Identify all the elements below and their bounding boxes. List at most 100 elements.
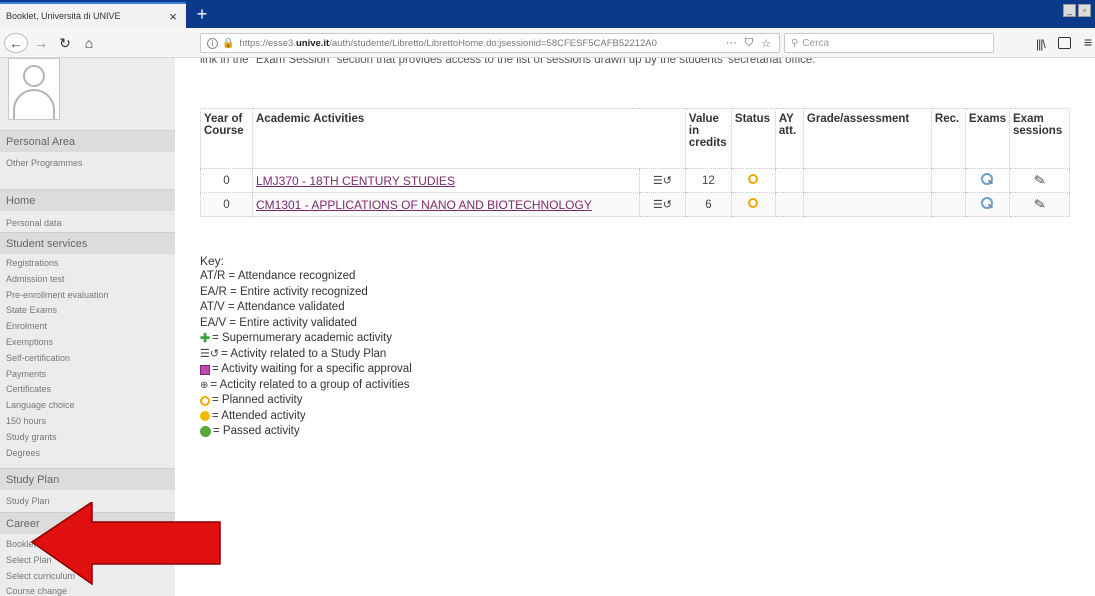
- cell-ay: [774, 192, 804, 217]
- planned-icon: [200, 395, 210, 406]
- sidebar-toggle-icon[interactable]: [1058, 37, 1071, 49]
- cell-status: [730, 192, 776, 217]
- menu-icon[interactable]: ≡: [1084, 34, 1092, 50]
- navigation-bar: ← → ↻ ⌂ i 🔒 https://esse3.unive.it/auth/…: [0, 28, 1095, 58]
- key-study-plan: ☰↺ = Activity related to a Study Plan: [200, 347, 412, 363]
- planned-status-icon: [748, 198, 759, 208]
- sidebar-item[interactable]: Degrees: [6, 446, 175, 462]
- avatar: [8, 58, 60, 120]
- cell-rec: [930, 168, 966, 193]
- col-ay: AY att.: [774, 108, 804, 169]
- sidebar-item[interactable]: 150 hours: [6, 414, 175, 430]
- tab-strip: Booklet, Università di UNIVE × + _ ▫: [0, 0, 1095, 28]
- page-actions-icon[interactable]: ···: [726, 37, 737, 50]
- key-passed: = Passed activity: [200, 424, 412, 440]
- study-plan-icon: ☰↺: [652, 199, 672, 211]
- sidebar-item[interactable]: Certificates: [6, 382, 175, 398]
- home-icon[interactable]: ⌂: [80, 33, 98, 53]
- sidebar-item-personal-area[interactable]: Personal Area: [0, 130, 175, 152]
- sidebar-item[interactable]: Enrolment: [6, 319, 175, 335]
- sidebar-item[interactable]: Payments: [6, 367, 175, 383]
- cell-year: 0: [200, 192, 253, 217]
- reload-icon[interactable]: ↻: [56, 33, 74, 53]
- key-ear: EA/R = Entire activity recognized: [200, 285, 368, 298]
- intro-text: link in the "Exam Session" section that …: [200, 58, 816, 66]
- bookmark-star-icon[interactable]: ☆: [761, 37, 771, 50]
- exams-search-icon[interactable]: [980, 173, 994, 185]
- sidebar-item[interactable]: Study grants: [6, 430, 175, 446]
- exam-sessions-icon[interactable]: ✎: [1032, 171, 1047, 190]
- passed-icon: [200, 426, 211, 438]
- sidebar-item[interactable]: Admission test: [6, 272, 175, 288]
- cell-sp: ☰↺: [638, 192, 686, 217]
- lock-icon[interactable]: 🔒: [222, 38, 234, 49]
- sidebar-item[interactable]: Self-certification: [6, 351, 175, 367]
- table-row: 0 CM1301 - APPLICATIONS OF NANO AND BIOT…: [200, 192, 1070, 217]
- study-plan-icon: ☰↺: [652, 175, 672, 187]
- cell-grade: [802, 192, 932, 217]
- browser-tab-active[interactable]: Booklet, Università di UNIVE ×: [0, 2, 186, 28]
- library-icon[interactable]: |||\: [1036, 37, 1046, 51]
- study-plan-icon: ☰↺: [200, 347, 220, 360]
- cell-activity: LMJ370 - 18TH CENTURY STUDIES: [252, 168, 640, 193]
- key-planned: = Planned activity: [200, 393, 412, 409]
- table-row: 0 LMJ370 - 18TH CENTURY STUDIES ☰↺ 12 ✎: [200, 168, 1070, 193]
- exams-search-icon[interactable]: [980, 197, 994, 209]
- sidebar-item[interactable]: Exemptions: [6, 335, 175, 351]
- page-content: Personal Area Other Programmes Home Pers…: [0, 58, 1095, 596]
- minimize-icon[interactable]: _: [1063, 4, 1076, 17]
- cell-sp: ☰↺: [638, 168, 686, 193]
- sidebar-item[interactable]: Registrations: [6, 256, 175, 272]
- restore-icon[interactable]: ▫: [1078, 4, 1091, 17]
- key-waiting: = Activity waiting for a specific approv…: [200, 362, 412, 378]
- cell-year: 0: [200, 168, 253, 193]
- key-group: ⊕ = Acticity related to a group of activi…: [200, 378, 412, 394]
- url-bar[interactable]: i 🔒 https://esse3.unive.it/auth/studente…: [200, 33, 780, 53]
- tab-title: Booklet, Università di UNIVE: [6, 11, 121, 21]
- cell-exams: [964, 192, 1011, 217]
- search-icon: ⚲: [791, 37, 799, 49]
- close-tab-icon[interactable]: ×: [166, 9, 180, 24]
- sidebar-section-student-services[interactable]: Student services: [0, 232, 175, 254]
- col-status: Status: [730, 108, 776, 169]
- sidebar-item[interactable]: Pre-enrollment evaluation: [6, 288, 175, 304]
- col-activities: Academic Activities: [252, 108, 686, 169]
- back-icon[interactable]: ←: [4, 33, 28, 53]
- key-atv: AT/V = Attendance validated: [200, 301, 345, 313]
- sidebar-item[interactable]: Language choice: [6, 398, 175, 414]
- sidebar-item[interactable]: State Exams: [6, 303, 175, 319]
- new-tab-icon[interactable]: +: [192, 3, 212, 25]
- col-exams: Exams: [964, 108, 1011, 169]
- col-year: Year of Course: [200, 108, 253, 169]
- exam-sessions-icon[interactable]: ✎: [1032, 195, 1047, 214]
- cell-status: [730, 168, 776, 193]
- group-activity-icon: ⊕: [200, 379, 209, 391]
- forward-icon[interactable]: →: [32, 33, 50, 53]
- sidebar-item-home[interactable]: Home: [0, 189, 175, 211]
- key-title: Key:: [200, 254, 225, 268]
- sidebar-services-list: Registrations Admission test Pre-enrollm…: [0, 256, 175, 461]
- pocket-icon[interactable]: ⛉: [745, 37, 753, 50]
- key-supernumerary: ✚ = Supernumerary academic activity: [200, 331, 392, 345]
- cell-sessions: ✎: [1009, 168, 1070, 193]
- key-attended: = Attended activity: [200, 409, 412, 425]
- activity-link[interactable]: CM1301 - APPLICATIONS OF NANO AND BIOTEC…: [256, 198, 592, 212]
- col-rec: Rec.: [930, 108, 966, 169]
- url-text[interactable]: https://esse3.unive.it/auth/studente/Lib…: [239, 38, 717, 49]
- cell-credits: 12: [684, 168, 732, 193]
- sidebar-item-personal-data[interactable]: Personal data: [0, 218, 175, 228]
- cell-activity: CM1301 - APPLICATIONS OF NANO AND BIOTEC…: [252, 192, 640, 217]
- sidebar-item-other-programmes[interactable]: Other Programmes: [0, 158, 175, 168]
- cell-grade: [802, 168, 932, 193]
- sidebar-section-study-plan[interactable]: Study Plan: [0, 468, 175, 490]
- cell-credits: 6: [684, 192, 732, 217]
- search-input[interactable]: ⚲ Cerca: [784, 33, 994, 53]
- col-sessions: Exam sessions: [1009, 108, 1070, 169]
- pending-approval-icon: [200, 364, 210, 375]
- activity-link[interactable]: LMJ370 - 18TH CENTURY STUDIES: [256, 174, 455, 188]
- info-icon[interactable]: i: [207, 37, 218, 49]
- key-atr: AT/R = Attendance recognized: [200, 270, 356, 282]
- cell-exams: [964, 168, 1011, 193]
- window-controls: _ ▫: [1063, 4, 1091, 17]
- cell-sessions: ✎: [1009, 192, 1070, 217]
